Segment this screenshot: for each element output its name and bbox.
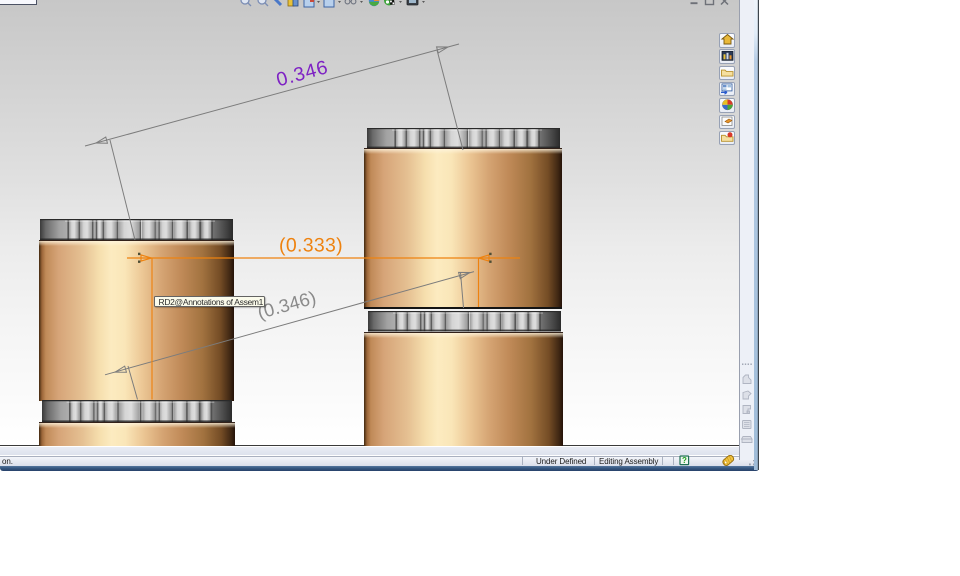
svg-text:0.346: 0.346 <box>274 56 331 91</box>
svg-text:(0.333): (0.333) <box>279 235 343 257</box>
